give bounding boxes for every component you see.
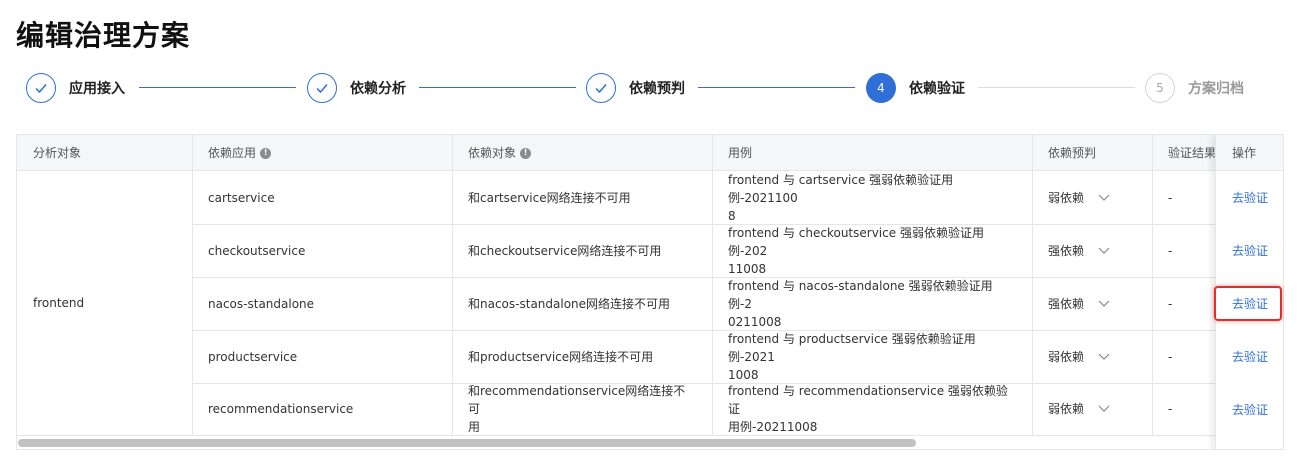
verify-link[interactable]: 去验证 xyxy=(1216,383,1283,436)
dependency-app-cell: nacos-standalone xyxy=(208,296,315,311)
check-icon xyxy=(586,73,616,103)
use-case-cell: frontend 与 cartservice 强弱依赖验证用例-2021100 8 xyxy=(728,172,954,223)
use-case-cell: frontend 与 nacos-standalone 强弱依赖验证用例-2 02… xyxy=(728,278,993,329)
dependency-object-cell: 和checkoutservice网络连接不可用 xyxy=(468,243,662,258)
prediction-select[interactable]: 弱依赖 xyxy=(1032,330,1152,383)
header-dependency-prediction: 依赖预判 xyxy=(1048,146,1097,160)
use-case-cell: frontend 与 recommendationservice 强弱依赖验证用… xyxy=(728,384,1008,434)
table-header: 分析对象 依赖应用! 依赖对象! 用例 依赖预判 验证结果 xyxy=(17,135,1283,171)
prediction-select[interactable]: 弱依赖 xyxy=(1032,383,1152,435)
step-connector xyxy=(139,87,296,88)
header-use-case: 用例 xyxy=(728,146,753,160)
dependency-app-cell: checkoutservice xyxy=(208,243,306,258)
info-icon[interactable]: ! xyxy=(260,147,272,159)
page-title: 编辑治理方案 xyxy=(16,19,191,52)
step-plan-archive[interactable]: 5 方案归档 xyxy=(1145,70,1244,106)
use-case-cell: frontend 与 productservice 强弱依赖验证用例-2021 1… xyxy=(728,331,976,382)
analysis-target-cell: frontend xyxy=(33,296,85,310)
dependency-object-cell: 和nacos-standalone网络连接不可用 xyxy=(468,296,671,311)
info-icon[interactable]: ! xyxy=(520,147,532,159)
prediction-select[interactable]: 强依赖 xyxy=(1032,224,1152,277)
dependency-app-cell: productservice xyxy=(208,349,298,364)
chevron-down-icon xyxy=(1098,295,1110,313)
header-operation: 操作 xyxy=(1216,135,1283,171)
header-dependency-app: 依赖应用! xyxy=(192,135,452,171)
step-number: 4 xyxy=(866,73,896,103)
step-connector xyxy=(419,87,576,88)
chevron-down-icon xyxy=(1098,242,1110,260)
step-label: 依赖分析 xyxy=(350,81,406,97)
dependency-app-cell: cartservice xyxy=(208,190,275,205)
header-analysis-target: 分析对象 xyxy=(33,146,82,160)
step-label: 方案归档 xyxy=(1188,81,1244,97)
use-case-cell: frontend 与 checkoutservice 强弱依赖验证用例-202 1… xyxy=(728,225,984,276)
chevron-down-icon xyxy=(1098,189,1110,207)
prediction-select[interactable]: 弱依赖 xyxy=(1032,171,1152,224)
dependency-app-cell: recommendationservice xyxy=(208,402,354,416)
check-icon xyxy=(26,73,56,103)
step-label: 应用接入 xyxy=(69,81,125,97)
horizontal-scrollbar[interactable] xyxy=(18,439,916,447)
step-connector xyxy=(698,87,855,88)
header-dependency-object: 依赖对象! xyxy=(452,135,712,171)
dependency-object-cell: 和productservice网络连接不可用 xyxy=(468,349,654,364)
highlight-box xyxy=(1214,286,1282,321)
verify-link[interactable]: 去验证 xyxy=(1216,330,1283,383)
verification-table: 分析对象 依赖应用! 依赖对象! 用例 依赖预判 验证结果 frontend c… xyxy=(16,134,1284,450)
step-dependency-analysis[interactable]: 依赖分析 xyxy=(307,70,406,106)
verify-link[interactable]: 去验证 xyxy=(1216,171,1283,224)
step-dependency-verify[interactable]: 4 依赖验证 xyxy=(866,70,965,106)
step-label: 依赖验证 xyxy=(909,81,965,97)
verify-link[interactable]: 去验证 xyxy=(1216,224,1283,277)
chevron-down-icon xyxy=(1098,400,1110,418)
step-label: 依赖预判 xyxy=(629,81,685,97)
step-app-access[interactable]: 应用接入 xyxy=(26,70,125,106)
check-icon xyxy=(307,73,337,103)
step-dependency-prediction[interactable]: 依赖预判 xyxy=(586,70,685,106)
step-progress: 应用接入 依赖分析 依赖预判 4 依赖验证 5 方案归档 xyxy=(0,68,1298,108)
step-number: 5 xyxy=(1145,73,1175,103)
dependency-object-cell: 和recommendationservice网络连接不可用 xyxy=(468,384,686,434)
prediction-select[interactable]: 强依赖 xyxy=(1032,277,1152,330)
chevron-down-icon xyxy=(1098,348,1110,366)
dependency-object-cell: 和cartservice网络连接不可用 xyxy=(468,190,631,205)
step-connector xyxy=(978,87,1135,88)
row-divider xyxy=(17,435,1283,436)
